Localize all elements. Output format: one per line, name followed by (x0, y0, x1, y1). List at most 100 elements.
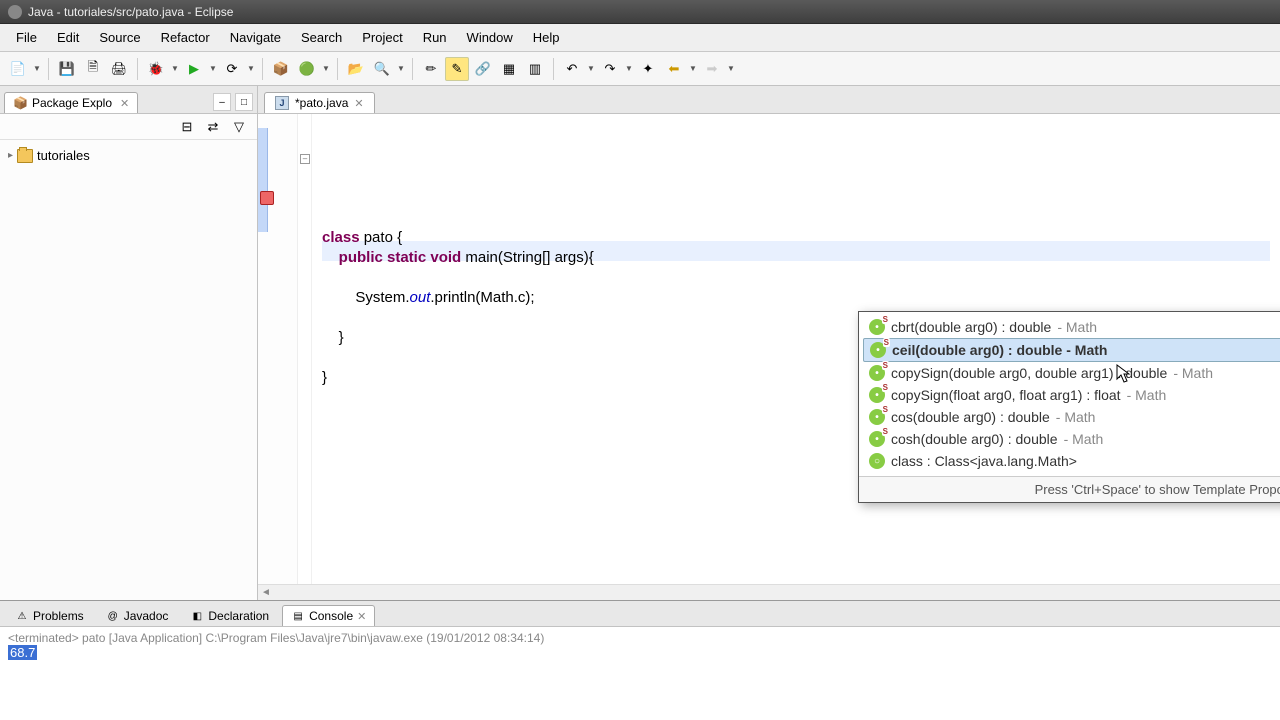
menu-run[interactable]: Run (413, 26, 457, 49)
run-button[interactable]: ▶ (182, 57, 206, 81)
tab-console[interactable]: ▤Console ✕ (282, 605, 375, 626)
minimize-view-button[interactable]: – (213, 93, 231, 111)
static-method-icon: • (869, 319, 885, 335)
new-dropdown[interactable]: ▼ (32, 64, 42, 73)
javadoc-icon: @ (106, 609, 120, 623)
forward-button[interactable]: ➡ (700, 57, 724, 81)
completion-item[interactable]: • copySign(float arg0, float arg1) : floa… (863, 384, 1280, 406)
next-annotation-button[interactable]: ↷ (598, 57, 622, 81)
menu-project[interactable]: Project (352, 26, 412, 49)
debug-dropdown[interactable]: ▼ (170, 64, 180, 73)
run-last-dropdown[interactable]: ▼ (246, 64, 256, 73)
package-explorer-view: 📦 Package Explo ✕ – □ ⊟ ⇄ ▽ ▸ tutoriales (0, 86, 258, 600)
error-marker-icon[interactable] (260, 191, 274, 205)
completion-item[interactable]: ○class : Class<java.lang.Math> (863, 450, 1280, 472)
back-dropdown[interactable]: ▼ (688, 64, 698, 73)
static-method-icon: • (869, 365, 885, 381)
completion-item[interactable]: • cbrt(double arg0) : double - Math (863, 316, 1280, 338)
content-assist-popup: •cbrt(double arg0) : double - Math•ceil(… (858, 311, 1280, 503)
menu-navigate[interactable]: Navigate (220, 26, 291, 49)
close-tab-icon[interactable]: ✕ (354, 97, 363, 110)
package-explorer-tab[interactable]: 📦 Package Explo ✕ (4, 92, 138, 113)
search-dropdown[interactable]: ▼ (396, 64, 406, 73)
menu-window[interactable]: Window (457, 26, 523, 49)
forward-dropdown[interactable]: ▼ (726, 64, 736, 73)
tab-label: Console (309, 609, 353, 623)
project-folder-icon (17, 149, 33, 163)
link-editor-button[interactable]: ⇄ (203, 117, 223, 137)
code-line[interactable] (322, 268, 1270, 288)
run-dropdown[interactable]: ▼ (208, 64, 218, 73)
tab-javadoc[interactable]: @Javadoc (97, 605, 178, 626)
collapse-all-button[interactable]: ⊟ (177, 117, 197, 137)
editor-tab[interactable]: J *pato.java ✕ (264, 92, 375, 113)
close-tab-icon[interactable]: ✕ (357, 610, 366, 623)
task-button[interactable]: ▥ (523, 57, 547, 81)
open-type-button[interactable]: 📂 (344, 57, 368, 81)
menu-file[interactable]: File (6, 26, 47, 49)
prev-annotation-button[interactable]: ↶ (560, 57, 584, 81)
app-icon (8, 5, 22, 19)
completion-signature: cbrt(double arg0) : double (891, 319, 1051, 335)
outline-button[interactable]: ▦ (497, 57, 521, 81)
completion-signature: ceil(double arg0) : double - Math (892, 342, 1107, 358)
next-annotation-dropdown[interactable]: ▼ (624, 64, 634, 73)
completion-list[interactable]: •cbrt(double arg0) : double - Math•ceil(… (859, 312, 1280, 476)
completion-signature: cos(double arg0) : double (891, 409, 1050, 425)
new-type-dropdown[interactable]: ▼ (321, 64, 331, 73)
completion-item[interactable]: •copySign(double arg0, double arg1) : do… (863, 362, 1280, 384)
declaration-icon: ◧ (190, 609, 204, 623)
menu-edit[interactable]: Edit (47, 26, 89, 49)
completion-item[interactable]: •cosh(double arg0) : double - Math (863, 428, 1280, 450)
print-button[interactable]: 🖨 (107, 57, 131, 81)
debug-button[interactable]: 🐞 (144, 57, 168, 81)
expand-icon[interactable]: ▸ (8, 150, 13, 161)
mouse-cursor-icon (1116, 364, 1132, 384)
completion-signature: class : Class<java.lang.Math> (891, 453, 1077, 469)
problems-icon: ⚠ (15, 609, 29, 623)
project-tree[interactable]: ▸ tutoriales (0, 140, 257, 171)
bookmark-button[interactable]: ✦ (636, 57, 660, 81)
java-file-icon: J (275, 96, 289, 110)
console-header: <terminated> pato [Java Application] C:\… (8, 631, 1272, 645)
highlight-button[interactable]: ✎ (445, 57, 469, 81)
completion-item[interactable]: •ceil(double arg0) : double - Math (863, 338, 1280, 362)
maximize-view-button[interactable]: □ (235, 93, 253, 111)
menu-bar: FileEditSourceRefactorNavigateSearchProj… (0, 24, 1280, 52)
new-class-button[interactable]: 🟢 (295, 57, 319, 81)
save-all-button[interactable]: 🗎 (81, 57, 105, 81)
close-view-icon[interactable]: ✕ (116, 97, 129, 110)
completion-item[interactable]: •cos(double arg0) : double - Math (863, 406, 1280, 428)
editor-tab-label: *pato.java (295, 96, 348, 110)
completion-signature: copySign(float arg0, float arg1) : float (891, 387, 1121, 403)
completion-origin: - Math (1057, 319, 1097, 335)
project-node[interactable]: ▸ tutoriales (8, 146, 249, 165)
menu-source[interactable]: Source (89, 26, 150, 49)
search-button[interactable]: 🔍 (370, 57, 394, 81)
tab-declaration[interactable]: ◧Declaration (181, 605, 278, 626)
package-explorer-label: Package Explo (32, 96, 112, 110)
console-view[interactable]: <terminated> pato [Java Application] C:\… (0, 627, 1280, 720)
code-line[interactable]: class pato { (322, 228, 1270, 248)
menu-help[interactable]: Help (523, 26, 570, 49)
fold-toggle-icon[interactable]: – (300, 154, 310, 164)
toggle-mark-button[interactable]: ✏ (419, 57, 443, 81)
menu-search[interactable]: Search (291, 26, 352, 49)
save-button[interactable]: 💾 (55, 57, 79, 81)
back-button[interactable]: ⬅ (662, 57, 686, 81)
title-bar: Java - tutoriales/src/pato.java - Eclips… (0, 0, 1280, 24)
static-method-icon: • (869, 387, 885, 403)
tab-label: Problems (33, 609, 84, 623)
code-line[interactable]: public static void main(String[] args){ (322, 248, 1270, 268)
tab-problems[interactable]: ⚠ Problems (6, 605, 93, 626)
menu-refactor[interactable]: Refactor (151, 26, 220, 49)
scroll-left-icon[interactable]: ◄ (258, 587, 274, 598)
prev-annotation-dropdown[interactable]: ▼ (586, 64, 596, 73)
new-button[interactable]: 📄 (6, 57, 30, 81)
link-button[interactable]: 🔗 (471, 57, 495, 81)
horizontal-scrollbar[interactable]: ◄ (258, 584, 1280, 600)
run-last-button[interactable]: ⟳ (220, 57, 244, 81)
view-menu-button[interactable]: ▽ (229, 117, 249, 137)
code-line[interactable]: System.out.println(Math.c); (322, 288, 1270, 308)
new-package-button[interactable]: 📦 (269, 57, 293, 81)
